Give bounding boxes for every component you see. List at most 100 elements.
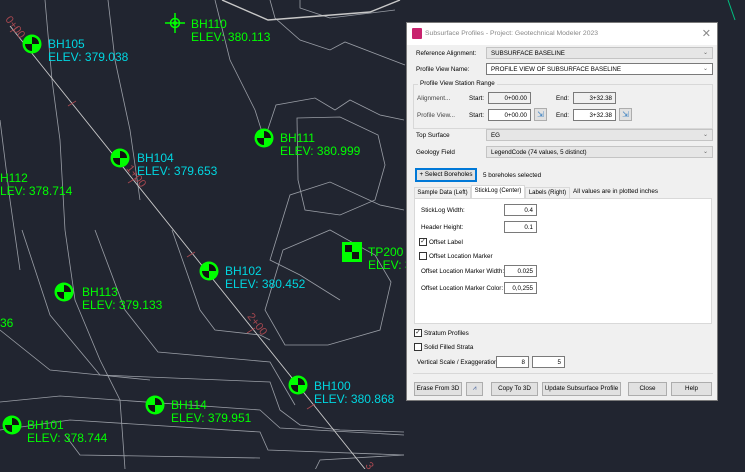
erase-from-3d-button[interactable]: Erase From 3D <box>414 382 462 396</box>
close-button[interactable]: Close <box>628 382 667 396</box>
sticklog-width-input[interactable]: 0.4 <box>504 204 537 216</box>
marker-color-label: Offset Location Marker Color: <box>421 285 504 292</box>
station-range-group <box>413 84 713 129</box>
borehole-elev: ELEV: 380.452 <box>225 276 306 291</box>
select-value: SUBSURFACE BASELINE <box>491 50 565 57</box>
solid-filled-text: Solid Filled Strata <box>424 344 474 351</box>
marker-color-input[interactable]: 0,0,255 <box>504 282 537 294</box>
geology-field-label: Geology Field <box>416 149 455 156</box>
borehole-name: BH105 <box>48 37 85 51</box>
borehole-name: BH110 <box>191 17 227 31</box>
borehole-elev: ELEV: 380.113 <box>191 29 271 44</box>
solid-filled-checkbox[interactable] <box>414 343 422 351</box>
alignment-end-label: End: <box>556 95 569 102</box>
view-end-input[interactable]: 3+32.38 <box>573 109 616 121</box>
borehole-name: BH113 <box>82 285 118 299</box>
chevron-down-icon: ⌄ <box>702 66 708 72</box>
profile-tool-button[interactable]: ⩘ <box>466 382 483 396</box>
borehole-marker-icon[interactable] <box>22 34 42 54</box>
exaggeration-input[interactable]: 5 <box>532 356 565 368</box>
offset-label-checkbox[interactable]: ✓ <box>419 238 427 246</box>
station-ticks <box>9 26 316 410</box>
borehole-label-bh110: BH110 ELEV: 380.113 <box>191 18 270 43</box>
view-start-label: Start: <box>469 112 485 119</box>
pick-station-icon[interactable]: ⇲ <box>619 108 632 121</box>
tab-labels[interactable]: Labels (Right) <box>525 187 570 198</box>
borehole-name: BH101 <box>27 418 64 432</box>
close-icon[interactable]: ✕ <box>702 27 711 40</box>
borehole-elev: ELEV: 380.868 <box>314 391 395 406</box>
borehole-label-bh114: BH114 ELEV: 379.951 <box>171 399 251 424</box>
borehole-elev: ELEV: 379.653 <box>137 163 218 178</box>
borehole-elev: LEV: 378.714 <box>0 183 73 198</box>
app-icon <box>412 28 422 39</box>
borehole-elev: ELEV: 379.951 <box>171 410 252 425</box>
dialog-title: Subsurface Profiles - Project: Geotechni… <box>425 30 599 37</box>
borehole-marker-icon[interactable] <box>288 375 308 395</box>
offset-marker-text: Offset Location Marker <box>429 253 493 260</box>
copy-to-3d-button[interactable]: Copy To 3D <box>491 382 538 396</box>
borehole-label-bh112: H112 LEV: 378.714 <box>0 172 72 197</box>
alignment-start-field: 0+00.00 <box>488 92 531 104</box>
borehole-marker-icon[interactable] <box>54 282 74 302</box>
borehole-name: BH114 <box>171 398 207 412</box>
reference-alignment-select[interactable]: SUBSURFACE BASELINE ⌄ <box>486 47 713 59</box>
borehole-label-bh104: BH104 ELEV: 379.653 <box>137 152 217 177</box>
header-height-input[interactable]: 0.1 <box>504 221 537 233</box>
borehole-label-bh113: BH113 ELEV: 379.133 <box>82 286 162 311</box>
borehole-label-bh105: BH105 ELEV: 379.038 <box>48 38 128 63</box>
select-value: PROFILE VIEW OF SUBSURFACE BASELINE <box>491 66 621 73</box>
update-subsurface-profile-button[interactable]: Update Subsurface Profile <box>542 382 621 396</box>
borehole-marker-icon[interactable] <box>110 148 130 168</box>
borehole-marker-icon[interactable] <box>145 395 165 415</box>
select-boreholes-button[interactable]: + Select Boreholes <box>415 168 477 182</box>
borehole-name: BH100 <box>314 379 351 393</box>
help-button[interactable]: Help <box>671 382 712 396</box>
borehole-name: BH104 <box>137 151 174 165</box>
station-range-title: Profile View Station Range <box>418 80 497 87</box>
alignment-end-field: 3+32.38 <box>573 92 616 104</box>
partial-label: 36 <box>0 316 14 330</box>
testpit-marker-icon[interactable] <box>342 242 362 262</box>
borehole-marker-icon[interactable] <box>2 415 22 435</box>
borehole-elev: ELEV: 379.038 <box>48 49 129 64</box>
borehole-elev: ELEV: 379.133 <box>82 297 163 312</box>
borehole-crosshair-icon[interactable] <box>165 13 185 33</box>
chevron-down-icon: ⌄ <box>702 132 708 138</box>
stratum-profiles-checkbox[interactable]: ✓ <box>414 329 422 337</box>
view-start-input[interactable]: 0+00.00 <box>488 109 531 121</box>
profile-view-name-select[interactable]: PROFILE VIEW OF SUBSURFACE BASELINE ⌄ <box>486 63 713 75</box>
marker-width-label: Offset Location Marker Width: <box>421 268 505 275</box>
borehole-label-bh102: BH102 ELEV: 380.452 <box>225 265 305 290</box>
geology-field-select[interactable]: LegendCode (74 values, 5 distinct) ⌄ <box>486 146 713 158</box>
top-surface-select[interactable]: EG ⌄ <box>486 129 713 141</box>
offset-marker-checkbox[interactable] <box>419 252 427 260</box>
borehole-elev: ELEV: 380.999 <box>280 143 361 158</box>
tab-bar: Sample Data (Left) StickLog (Center) Lab… <box>414 185 714 199</box>
pick-station-icon[interactable]: ⇲ <box>534 108 547 121</box>
borehole-marker-icon[interactable] <box>254 128 274 148</box>
profile-view-label: Profile View... <box>417 112 456 119</box>
tab-sample-data[interactable]: Sample Data (Left) <box>414 187 471 198</box>
title-bar[interactable]: Subsurface Profiles - Project: Geotechni… <box>407 23 717 45</box>
chevron-down-icon: ⌄ <box>702 149 708 155</box>
subsurface-profiles-dialog: Subsurface Profiles - Project: Geotechni… <box>406 22 718 401</box>
borehole-name: H112 <box>0 171 28 185</box>
borehole-label-bh111: BH111 ELEV: 380.999 <box>280 132 360 157</box>
borehole-name: BH102 <box>225 264 262 278</box>
view-end-label: End: <box>556 112 569 119</box>
vertical-scale-input[interactable]: 8 <box>496 356 529 368</box>
reference-alignment-label: Reference Alignment: <box>416 50 477 57</box>
units-note: All values are in plotted inches <box>573 188 659 195</box>
marker-width-input[interactable]: 0.025 <box>504 265 537 277</box>
boundary-line <box>221 0 401 21</box>
borehole-marker-icon[interactable] <box>199 261 219 281</box>
select-value: EG <box>491 132 500 139</box>
borehole-elev: ELEV: 378.744 <box>27 430 108 445</box>
tab-sticklog[interactable]: StickLog (Center) <box>471 185 525 198</box>
borehole-label-bh100: BH100 ELEV: 380.868 <box>314 380 394 405</box>
top-surface-label: Top Surface <box>416 132 450 139</box>
cad-edge-line <box>727 0 736 21</box>
select-value: LegendCode (74 values, 5 distinct) <box>491 149 587 156</box>
profile-view-name-label: Profile View Name: <box>416 66 470 73</box>
